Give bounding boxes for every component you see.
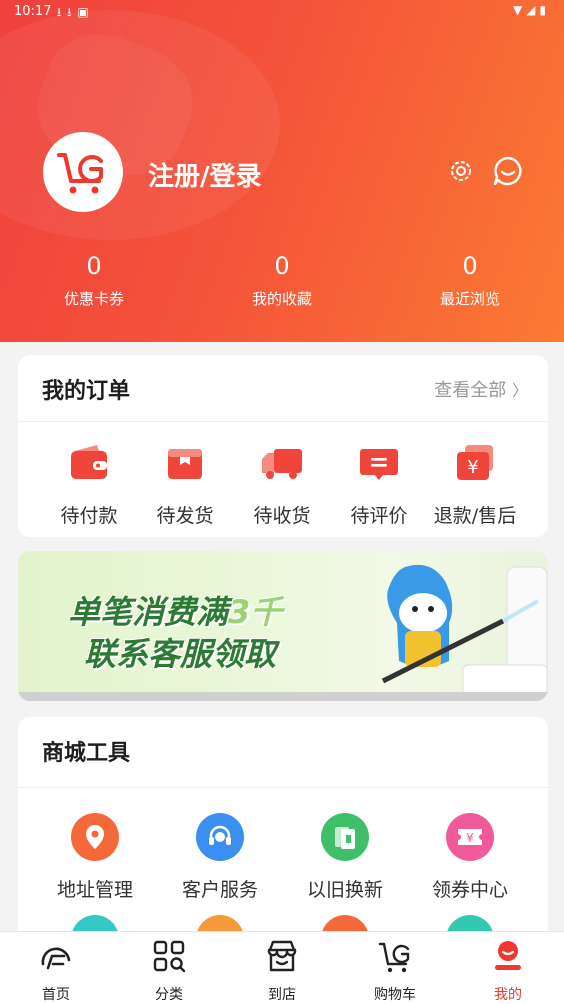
banner-line-2: 联系客服领取 (84, 635, 277, 673)
tab-label: 首页 (42, 987, 70, 1003)
tab-label: 到店 (268, 987, 296, 1003)
profile-icon (495, 941, 521, 970)
battery-icon: ▼◢▮ (512, 3, 550, 17)
order-label: 待付款 (60, 505, 118, 527)
stat-favorites[interactable]: 0 我的收藏 (212, 252, 352, 309)
category-icon (153, 940, 186, 973)
divider (18, 787, 548, 788)
cart-logo-icon (57, 153, 103, 194)
status-bar: 10:17 ⭳⭳▣ ▼◢▮ (0, 0, 564, 24)
tab-label: 分类 (155, 987, 183, 1003)
tab-label: 购物车 (374, 987, 416, 1003)
avatar[interactable] (43, 132, 123, 212)
order-refund-aftersale[interactable]: ¥ 退款/售后 (426, 443, 524, 528)
download-icon: ⭳⭳▣ (57, 5, 95, 19)
orders-title: 我的订单 (42, 379, 131, 404)
tab-cart[interactable]: 购物车 (355, 938, 435, 1004)
store-icon (267, 940, 297, 972)
view-all-label: 查看全部 (434, 380, 507, 401)
status-time: 10:17 (14, 4, 52, 19)
tab-profile[interactable]: 我的 (468, 938, 548, 1004)
tab-label: 我的 (494, 987, 522, 1003)
order-label: 待评价 (350, 505, 408, 527)
view-all-orders-link[interactable]: 查看全部 〉 (434, 376, 528, 402)
banner-line-1: 单笔消费满3千 (68, 587, 282, 633)
tool-label: 地址管理 (56, 879, 133, 901)
wallet-icon (71, 445, 107, 479)
comment-icon (360, 449, 398, 480)
svg-text:¥: ¥ (467, 457, 478, 478)
banner-text: 单笔消费满 (68, 593, 229, 631)
headset-icon (196, 813, 244, 861)
refund-icon: ¥ (457, 445, 493, 480)
stat-label: 我的收藏 (251, 290, 312, 308)
location-icon (71, 813, 119, 861)
coupon-icon: ¥ (446, 813, 494, 861)
order-pending-payment[interactable]: 待付款 (40, 443, 138, 528)
stats-row: 0 优惠卡券 0 我的收藏 0 最近浏览 (0, 252, 564, 322)
orders-card: 我的订单 查看全部 〉 待付款 待发货 待收货 待评价 ¥ 退款/售后 (18, 355, 548, 537)
truck-icon (262, 449, 302, 479)
tab-category[interactable]: 分类 (129, 938, 209, 1004)
tool-label: 领券中心 (431, 879, 508, 901)
stat-value: 0 (86, 252, 102, 280)
order-pending-review[interactable]: 待评价 (330, 443, 428, 528)
tool-label: 以旧换新 (306, 879, 383, 901)
order-label: 待发货 (156, 505, 214, 527)
mascot-illustration (381, 564, 548, 696)
tool-label: 客户服务 (181, 879, 258, 901)
tool-customer-service[interactable]: 客户服务 (155, 813, 285, 902)
order-label: 待收货 (253, 505, 311, 527)
profile-header: 10:17 ⭳⭳▣ ▼◢▮ 注册/登录 0 优惠卡券 0 我的收藏 0 最近浏览 (0, 0, 564, 342)
chevron-right-icon: 〉 (511, 381, 528, 400)
exchange-icon (321, 813, 369, 861)
svg-text:¥: ¥ (466, 831, 474, 845)
tools-title: 商城工具 (42, 741, 131, 766)
package-icon (168, 449, 202, 479)
stat-value: 0 (462, 252, 478, 280)
cart-icon (378, 942, 410, 973)
bottom-tab-bar: 首页 分类 到店 购物车 我的 (0, 931, 564, 1004)
banner-bottom-edge (18, 692, 548, 701)
message-icon[interactable] (492, 155, 524, 187)
tool-address-management[interactable]: 地址管理 (30, 813, 160, 902)
home-icon (41, 947, 71, 970)
tool-trade-in[interactable]: 以旧换新 (280, 813, 410, 902)
stat-value: 0 (274, 252, 290, 280)
order-pending-receipt[interactable]: 待收货 (233, 443, 331, 528)
stat-history[interactable]: 0 最近浏览 (400, 252, 540, 309)
divider (18, 421, 548, 422)
settings-gear-icon[interactable] (448, 158, 474, 184)
promo-banner[interactable]: 单笔消费满3千 联系客服领取 (18, 551, 548, 701)
order-pending-shipment[interactable]: 待发货 (136, 443, 234, 528)
stat-coupons[interactable]: 0 优惠卡券 (24, 252, 164, 309)
tool-coupon-center[interactable]: ¥ 领券中心 (405, 813, 535, 902)
stat-label: 优惠卡券 (63, 290, 124, 308)
order-label: 退款/售后 (433, 505, 517, 527)
tab-store[interactable]: 到店 (242, 938, 322, 1004)
tab-home[interactable]: 首页 (16, 938, 96, 1004)
banner-highlight: 3千 (228, 593, 283, 631)
login-register-link[interactable]: 注册/登录 (148, 156, 262, 193)
stat-label: 最近浏览 (439, 290, 500, 308)
